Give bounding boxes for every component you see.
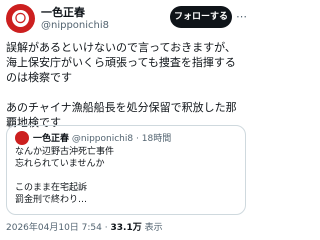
author-avatar[interactable]: 〇 <box>6 4 35 33</box>
quoted-text: なんか辺野古沖死亡事件 忘れられていませんか このまま在宅起訴 罰金刑で終わり… <box>15 147 115 205</box>
quoted-post-header: 一色正春 @nipponichi8 · 18時間 <box>33 131 171 144</box>
quoted-post[interactable]: 一色正春 @nipponichi8 · 18時間 なんか辺野古沖死亡事件 忘れら… <box>6 125 246 215</box>
quoted-author-handle: @nipponichi8 <box>71 134 134 144</box>
quoted-author-name: 一色正春 <box>33 134 70 144</box>
more-options-icon[interactable]: ⋯ <box>236 10 248 24</box>
post-header: 〇 一色正春 @nipponichi8 フォローする ⋯ <box>0 0 250 40</box>
quoted-separator: · <box>136 134 139 144</box>
quoted-author-avatar <box>15 131 29 145</box>
author-name[interactable]: 一色正春 <box>41 4 85 20</box>
author-handle[interactable]: @nipponichi8 <box>41 20 109 31</box>
post-timestamp[interactable]: 2026年04月10日 7:54 <box>6 223 102 233</box>
post-meta: 2026年04月10日 7:54 · 33.1万 表示 <box>6 220 163 233</box>
views-count: 33.1万 <box>110 223 142 233</box>
post-text: 誤解があるといけないので言っておきますが、海上保安庁がいくら頑張っても捜査を指揮… <box>6 41 237 129</box>
follow-button[interactable]: フォローする <box>170 6 232 28</box>
views-label: 表示 <box>144 223 163 233</box>
avatar-logo-icon: 〇 <box>12 10 29 27</box>
quoted-time: 18時間 <box>141 134 172 144</box>
